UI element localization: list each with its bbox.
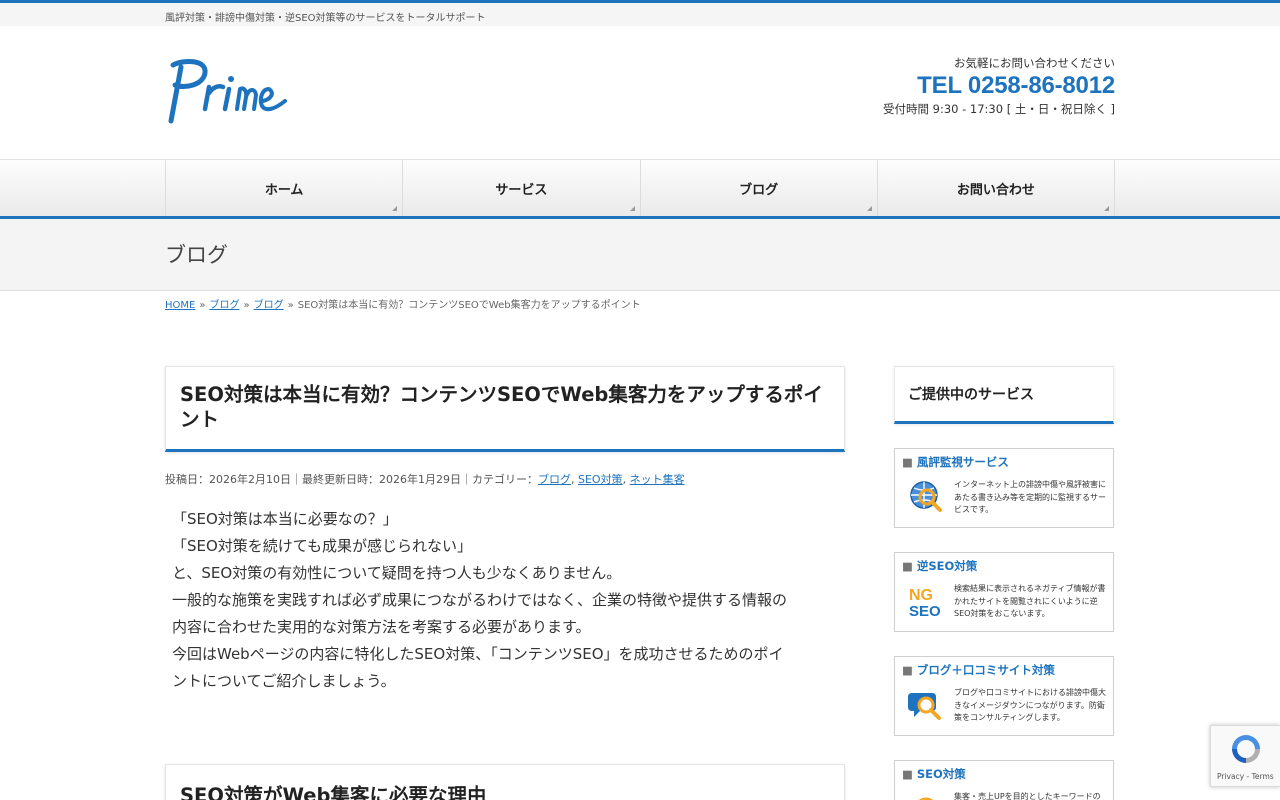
category-link[interactable]: SEO対策 (578, 473, 623, 486)
corner-triangle-icon (866, 206, 872, 211)
service-title: 風評監視サービス (916, 455, 1009, 469)
nav-item-label: ブログ (739, 182, 779, 198)
breadcrumb-blog-category-link[interactable]: ブログ (254, 300, 284, 311)
contact-lead: お気軽にお問い合わせください (954, 56, 1115, 70)
nav-item-home[interactable]: ホーム (166, 160, 404, 216)
service-title: 逆SEO対策 (916, 559, 978, 573)
service-description: 検索結果に表示されるネガティブ情報が書かれたサイトを閲覧されにくいように逆SEO… (954, 584, 1106, 618)
breadcrumb-separator: » (287, 300, 294, 311)
article-body: 「SEO対策は本当に必要なの？」 「SEO対策を続けても成果が感じられない」 と… (172, 506, 842, 695)
service-title: SEO対策 (916, 767, 966, 781)
phone-number[interactable]: TEL 0258-86-8012 (883, 71, 1115, 101)
body-line: 内容に合わせた実用的な対策方法を考案する必要があります。 (172, 618, 591, 636)
corner-triangle-icon (1104, 206, 1109, 211)
sidebar-title: ご提供中のサービス (908, 387, 1034, 403)
body-line: 「SEO対策は本当に必要なの？」 (172, 510, 398, 528)
breadcrumb-home-link[interactable]: HOME (165, 300, 195, 311)
post-dates: 投稿日：2026年2月10日｜最終更新日時：2026年1月29日｜カテゴリー： (165, 473, 538, 486)
svg-text:NG: NG (909, 587, 933, 604)
article-header: SEO対策は本当に有効？コンテンツSEOでWeb集客力をアップするポイント (165, 366, 845, 452)
page-title: ブログ (165, 243, 228, 267)
recaptcha-links[interactable]: Privacy - Terms (1217, 772, 1274, 781)
nav-item-label: サービス (495, 182, 548, 198)
page-header: ブログ (0, 219, 1280, 291)
article-title: SEO対策は本当に有効？コンテンツSEOでWeb集客力をアップするポイント (180, 383, 823, 431)
svg-text:SEO: SEO (909, 603, 941, 619)
globe-search-icon (910, 481, 942, 512)
corner-triangle-icon (629, 206, 635, 211)
breadcrumb-separator: » (243, 300, 250, 311)
service-card-seo[interactable]: ■ SEO対策 集客・売上UPを目的としたキーワードの (894, 760, 1114, 800)
square-bullet-icon: ■ (902, 455, 913, 469)
ng-seo-icon: NG SEO (909, 587, 941, 619)
breadcrumb-blog-link[interactable]: ブログ (209, 300, 239, 311)
service-description: インターネット上の誹謗中傷や風評被害にあたる書き込み等を定期的に監視するサービス… (954, 480, 1106, 514)
speech-magnifier-icon (908, 693, 941, 720)
site-tagline: 風評対策・誹謗中傷対策・逆SEO対策等のサービスをトータルサポート (165, 13, 486, 24)
breadcrumb-current: SEO対策は本当に有効？コンテンツSEOでWeb集客力をアップするポイント (297, 300, 641, 311)
recaptcha-badge[interactable]: Privacy - Terms (1210, 725, 1280, 787)
site-header: お気軽にお問い合わせください TEL 0258-86-8012 受付時間 9:3… (0, 26, 1280, 159)
nav-item-services[interactable]: サービス (403, 160, 641, 216)
body-line: 一般的な施策を実践すれば必ず成果につながるわけではなく、企業の特徴や提供する情報… (172, 591, 788, 609)
nav-item-label: ホーム (264, 182, 304, 198)
service-card-monitoring[interactable]: ■ 風評監視サービス インターネット上の誹謗中傷や風評被害にあたる書き込み等を定期… (894, 448, 1114, 528)
corner-triangle-icon (392, 206, 398, 211)
article-meta: 投稿日：2026年2月10日｜最終更新日時：2026年1月29日｜カテゴリー：ブ… (165, 473, 685, 486)
business-hours: 受付時間 9:30 - 17:30 [ 土・日・祝日除く ] (882, 102, 1115, 116)
global-nav: ホーム サービス ブログ お問い合わせ (0, 159, 1280, 219)
service-title: ブログ＋口コミサイト対策 (916, 663, 1055, 677)
body-line: 今回はWebページの内容に特化したSEO対策、「コンテンツSEO」を成功させるた… (172, 645, 784, 663)
recaptcha-logo-icon (1232, 735, 1260, 763)
square-bullet-icon: ■ (902, 663, 913, 677)
service-description: 集客・売上UPを目的としたキーワードの (954, 792, 1101, 800)
sidebar-header: ご提供中のサービス (894, 366, 1114, 424)
service-card-reverse-seo[interactable]: ■ 逆SEO対策 NG SEO 検索結果に表示されるネガティブ情報が書かれたサイト… (894, 552, 1114, 632)
section-heading-box: SEO対策がWeb集客に必要な理由 (165, 764, 845, 800)
service-card-blog-review[interactable]: ■ ブログ＋口コミサイト対策 ブログや口コミサイトにおける誹謗中傷大きなイメージダ… (894, 656, 1114, 736)
nav-item-label: お問い合わせ (956, 182, 1035, 198)
nav-item-blog[interactable]: ブログ (641, 160, 878, 216)
service-description: ブログや口コミサイトにおける誹謗中傷大きなイメージダウンにつながります。防衛策を… (954, 688, 1106, 722)
contact-info: お気軽にお問い合わせください TEL 0258-86-8012 受付時間 9:3… (883, 55, 1115, 117)
category-link[interactable]: ネット集客 (630, 473, 685, 486)
square-bullet-icon: ■ (902, 767, 913, 781)
body-line: ントについてご紹介しましょう。 (172, 672, 396, 690)
breadcrumb-separator: » (199, 300, 206, 311)
seo-icon (918, 797, 934, 800)
breadcrumb: HOME» ブログ» ブログ» SEO対策は本当に有効？コンテンツSEOでWeb集客力… (165, 296, 641, 311)
nav-item-contact[interactable]: お問い合わせ (878, 160, 1115, 216)
section-heading: SEO対策がWeb集客に必要な理由 (180, 784, 487, 800)
site-logo[interactable] (165, 57, 291, 127)
square-bullet-icon: ■ (902, 559, 913, 573)
category-link[interactable]: ブログ (538, 473, 571, 486)
body-line: 「SEO対策を続けても成果が感じられない」 (172, 537, 473, 555)
body-line: と、SEO対策の有効性について疑問を持つ人も少なくありません。 (172, 564, 622, 582)
